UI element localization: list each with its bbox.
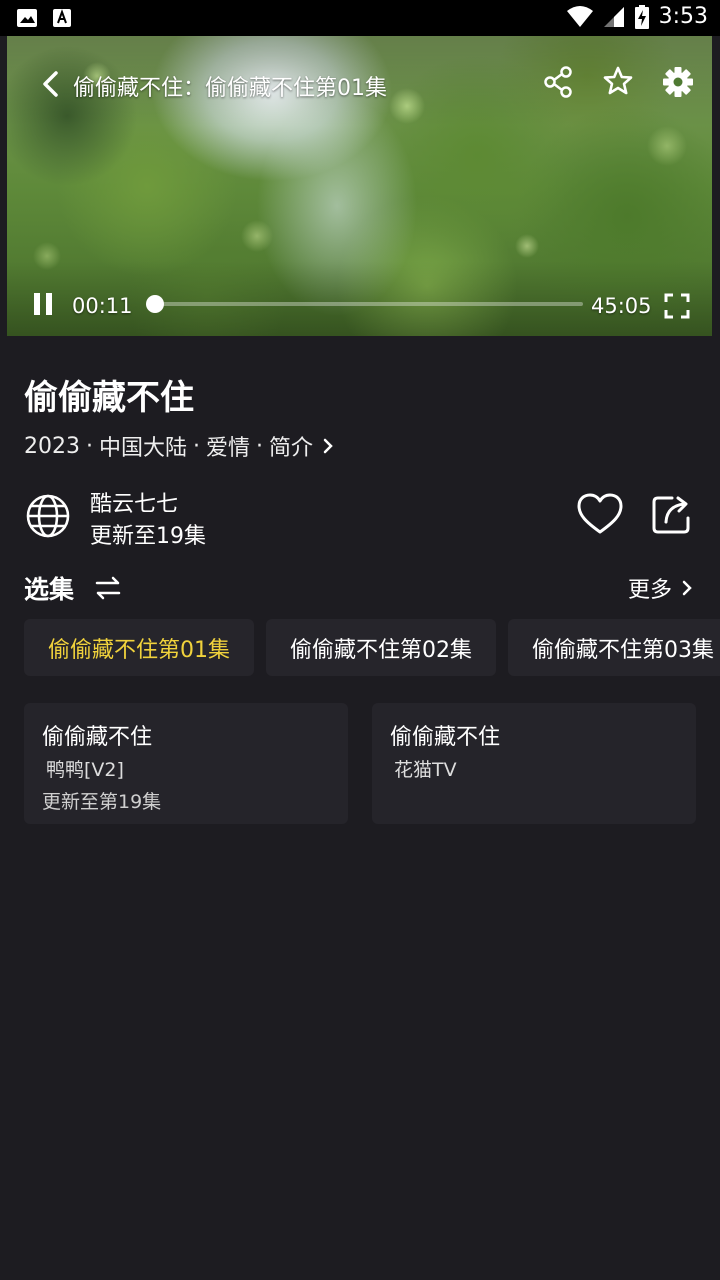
episode-chip-01[interactable]: 偷偷藏不住第01集 <box>24 619 254 676</box>
source-name: 酷云七七 <box>90 492 179 517</box>
player-title: 偷偷藏不住：偷偷藏不住第01集 <box>73 76 387 101</box>
more-button[interactable]: 更多 <box>628 572 696 604</box>
source-selector[interactable]: 酷云七七 更新至19集 <box>24 486 696 549</box>
meta-separator: · <box>256 433 264 459</box>
show-title: 偷偷藏不住 <box>24 378 194 418</box>
episode-list[interactable]: 偷偷藏不住第01集 偷偷藏不住第02集 偷偷藏不住第03集 <box>24 619 720 677</box>
current-time: 00:11 <box>72 294 133 318</box>
star-icon[interactable] <box>601 64 635 100</box>
show-meta: 2023 · 中国大陆 · 爱情 · 简介 <box>24 430 337 462</box>
gear-icon[interactable] <box>661 64 695 100</box>
show-region: 中国大陆 <box>99 436 188 461</box>
battery-charging-icon <box>634 4 649 29</box>
meta-separator: · <box>86 433 93 459</box>
show-year: 2023 <box>24 433 80 459</box>
seek-bar[interactable] <box>145 295 583 313</box>
wifi-icon <box>566 5 593 27</box>
episode-chip-02[interactable]: 偷偷藏不住第02集 <box>266 619 496 676</box>
chevron-right-icon[interactable] <box>319 437 337 455</box>
player-top-bar: 偷偷藏不住：偷偷藏不住第01集 <box>7 62 712 106</box>
show-genre: 爱情 <box>206 436 251 461</box>
sort-swap-icon[interactable] <box>94 574 122 602</box>
source-card-title: 偷偷藏不住 <box>42 725 153 750</box>
text-notification-icon <box>53 9 71 27</box>
total-time: 45:05 <box>591 294 652 318</box>
source-card-source: 鸭鸭[V2] <box>46 759 124 781</box>
video-player[interactable]: 偷偷藏不住：偷偷藏不住第01集 00:11 45:05 <box>7 36 712 336</box>
heart-icon[interactable] <box>576 492 624 536</box>
gallery-notification-icon <box>17 9 37 27</box>
pause-icon[interactable] <box>29 290 57 318</box>
share-icon[interactable] <box>541 64 575 100</box>
source-card[interactable]: 偷偷藏不住 花猫TV <box>372 703 696 824</box>
signal-icon <box>603 6 624 27</box>
meta-separator: · <box>193 433 201 459</box>
player-controls: 00:11 45:05 <box>7 284 712 328</box>
episodes-label: 选集 <box>24 575 75 604</box>
source-card-source: 花猫TV <box>394 759 457 781</box>
source-card-update: 更新至第19集 <box>42 791 162 813</box>
source-card-title: 偷偷藏不住 <box>390 725 501 750</box>
episodes-header: 选集 更多 <box>24 570 696 606</box>
more-label: 更多 <box>627 578 672 603</box>
seek-handle[interactable] <box>145 295 164 313</box>
source-update: 更新至19集 <box>90 524 206 549</box>
status-bar: 3:53 <box>0 0 720 36</box>
status-time: 3:53 <box>658 4 708 29</box>
chevron-right-icon <box>682 580 692 596</box>
back-arrow-icon[interactable] <box>33 66 67 102</box>
episode-chip-03[interactable]: 偷偷藏不住第03集 <box>508 619 720 676</box>
export-share-icon[interactable] <box>650 492 694 536</box>
source-card[interactable]: 偷偷藏不住 鸭鸭[V2] 更新至第19集 <box>24 703 348 824</box>
intro-link[interactable]: 简介 <box>269 430 313 462</box>
globe-icon <box>26 494 70 538</box>
fullscreen-icon[interactable] <box>663 292 691 320</box>
